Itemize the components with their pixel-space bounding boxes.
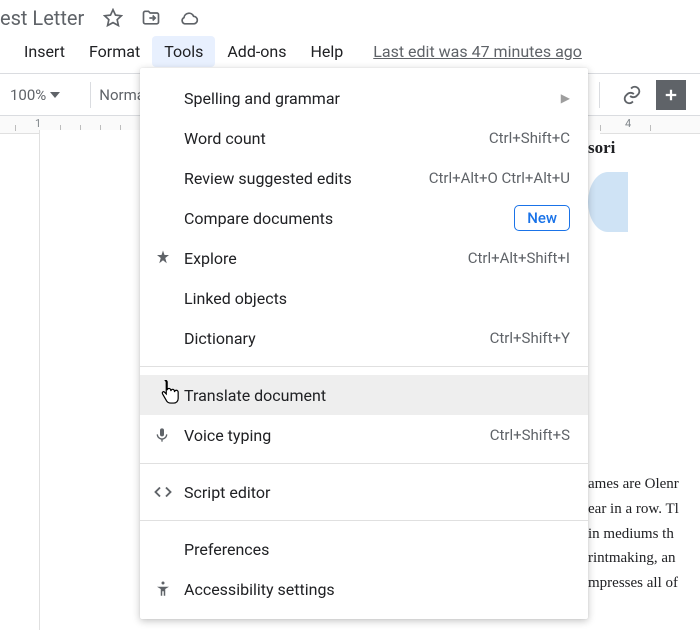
menu-label: Voice typing — [184, 426, 490, 445]
submenu-arrow-icon: ▶ — [561, 91, 570, 105]
menu-label: Spelling and grammar — [184, 89, 561, 108]
shortcut: Ctrl+Alt+Shift+I — [468, 249, 570, 267]
menu-dictionary[interactable]: Dictionary Ctrl+Shift+Y — [140, 318, 588, 358]
menu-label: Compare documents — [184, 209, 514, 228]
shortcut: Ctrl+Alt+O Ctrl+Alt+U — [429, 169, 570, 187]
menu-accessibility-settings[interactable]: Accessibility settings — [140, 569, 588, 609]
menu-help[interactable]: Help — [298, 36, 355, 67]
code-icon — [154, 483, 184, 501]
menu-insert[interactable]: Insert — [12, 36, 77, 67]
menu-label: Dictionary — [184, 329, 490, 348]
menu-voice-typing[interactable]: Voice typing Ctrl+Shift+S — [140, 415, 588, 455]
cloud-status-icon[interactable] — [178, 7, 200, 29]
separator — [140, 463, 588, 464]
accessibility-icon — [154, 580, 184, 598]
shortcut: Ctrl+Shift+Y — [490, 329, 570, 347]
menu-script-editor[interactable]: Script editor — [140, 472, 588, 512]
separator — [599, 82, 600, 108]
star-icon[interactable] — [102, 7, 124, 29]
menu-review-suggested-edits[interactable]: Review suggested edits Ctrl+Alt+O Ctrl+A… — [140, 158, 588, 198]
explore-icon — [154, 249, 184, 267]
ruler-mark: 4 — [625, 117, 631, 130]
new-badge: New — [514, 205, 570, 231]
separator — [140, 366, 588, 367]
insert-link-icon[interactable] — [620, 83, 644, 107]
mic-icon — [154, 427, 184, 443]
menu-word-count[interactable]: Word count Ctrl+Shift+C — [140, 118, 588, 158]
menu-format[interactable]: Format — [77, 36, 152, 67]
title-row: est Letter — [0, 0, 700, 32]
ruler-mark: 1 — [35, 117, 41, 130]
menubar: Insert Format Tools Add-ons Help Last ed… — [0, 32, 700, 73]
separator — [140, 520, 588, 521]
menu-preferences[interactable]: Preferences — [140, 529, 588, 569]
menu-translate-document[interactable]: Translate document — [140, 375, 588, 415]
menu-linked-objects[interactable]: Linked objects — [140, 278, 588, 318]
tools-dropdown: Spelling and grammar ▶ Word count Ctrl+S… — [140, 68, 588, 619]
avatar-shape — [588, 172, 628, 232]
menu-label: Preferences — [184, 540, 570, 559]
document-title[interactable]: est Letter — [0, 6, 84, 30]
zoom-select[interactable]: 100% — [10, 86, 64, 104]
menu-label: Word count — [184, 129, 489, 148]
menu-label: Translate document — [184, 386, 570, 405]
menu-label: Explore — [184, 249, 468, 268]
menu-spelling-grammar[interactable]: Spelling and grammar ▶ — [140, 78, 588, 118]
menu-tools[interactable]: Tools — [152, 36, 215, 67]
shortcut: Ctrl+Shift+C — [489, 129, 570, 147]
add-comment-button[interactable] — [656, 80, 686, 110]
menu-compare-documents[interactable]: Compare documents New — [140, 198, 588, 238]
move-folder-icon[interactable] — [140, 7, 162, 29]
menu-label: Linked objects — [184, 289, 570, 308]
menu-label: Script editor — [184, 483, 570, 502]
menu-explore[interactable]: Explore Ctrl+Alt+Shift+I — [140, 238, 588, 278]
last-edit-link[interactable]: Last edit was 47 minutes ago — [373, 42, 582, 61]
separator — [90, 82, 91, 108]
menu-addons[interactable]: Add-ons — [215, 36, 298, 67]
chevron-down-icon — [50, 92, 60, 98]
doc-heading-fragment: sori — [588, 134, 700, 162]
shortcut: Ctrl+Shift+S — [490, 426, 570, 444]
menu-label: Accessibility settings — [184, 580, 570, 599]
document-content: sori ames are Olenr ear in a row. Tl in … — [588, 134, 700, 596]
doc-body-fragment: ames are Olenr ear in a row. Tl in mediu… — [588, 472, 700, 596]
menu-label: Review suggested edits — [184, 169, 429, 188]
zoom-value: 100% — [10, 86, 46, 104]
